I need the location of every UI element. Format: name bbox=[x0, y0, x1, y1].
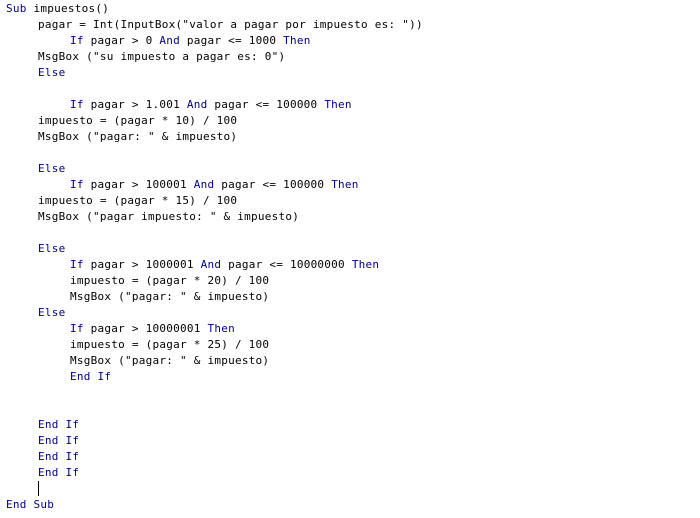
code-line: impuesto = (pagar * 15) / 100 bbox=[38, 194, 238, 207]
code-line: pagar = Int(InputBox("valor a pagar por … bbox=[38, 18, 423, 31]
code-line: impuesto = (pagar * 25) / 100 bbox=[70, 338, 270, 351]
condition-text: pagar <= 100000 bbox=[214, 98, 318, 111]
code-line: MsgBox ("su impuesto a pagar es: 0") bbox=[38, 50, 286, 63]
keyword-then: Then bbox=[207, 322, 235, 335]
keyword-and: And bbox=[159, 34, 180, 47]
code-line: If pagar > 1000001 And pagar <= 10000000… bbox=[70, 257, 379, 273]
code-line: Sub impuestos() bbox=[6, 1, 109, 17]
keyword-if: If bbox=[70, 98, 84, 111]
code-line: If pagar > 1.001 And pagar <= 100000 The… bbox=[70, 97, 352, 113]
keyword-else: Else bbox=[38, 66, 66, 79]
condition-text: pagar > 100001 bbox=[90, 178, 187, 191]
sub-name: impuestos() bbox=[33, 2, 110, 15]
keyword-if: If bbox=[70, 322, 84, 335]
condition-text: pagar > 1000001 bbox=[90, 258, 194, 271]
code-line: MsgBox ("pagar: " & impuesto) bbox=[70, 354, 270, 367]
keyword-end-if: End If bbox=[38, 434, 80, 447]
condition-text: pagar > 1.001 bbox=[90, 98, 180, 111]
condition-text: pagar <= 10000000 bbox=[228, 258, 345, 271]
keyword-then: Then bbox=[283, 34, 311, 47]
keyword-else: Else bbox=[38, 242, 66, 255]
keyword-end-if: End If bbox=[38, 450, 80, 463]
condition-text: pagar > 0 bbox=[90, 34, 153, 47]
code-line: impuesto = (pagar * 20) / 100 bbox=[70, 274, 270, 287]
code-line: MsgBox ("pagar: " & impuesto) bbox=[38, 130, 238, 143]
keyword-and: And bbox=[186, 98, 208, 111]
code-line: MsgBox ("pagar impuesto: " & impuesto) bbox=[38, 210, 300, 223]
keyword-then: Then bbox=[324, 98, 352, 111]
keyword-end-if: End If bbox=[38, 466, 80, 479]
keyword-end-if: End If bbox=[38, 418, 80, 431]
code-line: MsgBox ("pagar: " & impuesto) bbox=[70, 290, 270, 303]
condition-text: pagar <= 100000 bbox=[221, 178, 325, 191]
keyword-end-if: End If bbox=[70, 370, 112, 383]
code-line: If pagar > 0 And pagar <= 1000 Then bbox=[70, 33, 311, 49]
code-line: impuesto = (pagar * 10) / 100 bbox=[38, 114, 238, 127]
condition-text: pagar > 10000001 bbox=[90, 322, 201, 335]
condition-text: pagar <= 1000 bbox=[186, 34, 277, 47]
keyword-then: Then bbox=[331, 178, 359, 191]
keyword-else: Else bbox=[38, 306, 66, 319]
code-line: If pagar > 100001 And pagar <= 100000 Th… bbox=[70, 177, 359, 193]
keyword-else: Else bbox=[38, 162, 66, 175]
keyword-then: Then bbox=[351, 258, 380, 271]
keyword-and: And bbox=[200, 258, 222, 271]
keyword-if: If bbox=[70, 258, 84, 271]
keyword-if: If bbox=[70, 178, 84, 191]
text-caret bbox=[38, 481, 39, 496]
code-editor[interactable]: Sub impuestos() pagar = Int(InputBox("va… bbox=[0, 0, 700, 518]
code-line: If pagar > 10000001 Then bbox=[70, 321, 235, 337]
keyword-sub: Sub bbox=[6, 2, 27, 15]
keyword-end-sub: End Sub bbox=[6, 498, 55, 511]
keyword-and: And bbox=[193, 178, 215, 191]
keyword-if: If bbox=[70, 34, 84, 47]
